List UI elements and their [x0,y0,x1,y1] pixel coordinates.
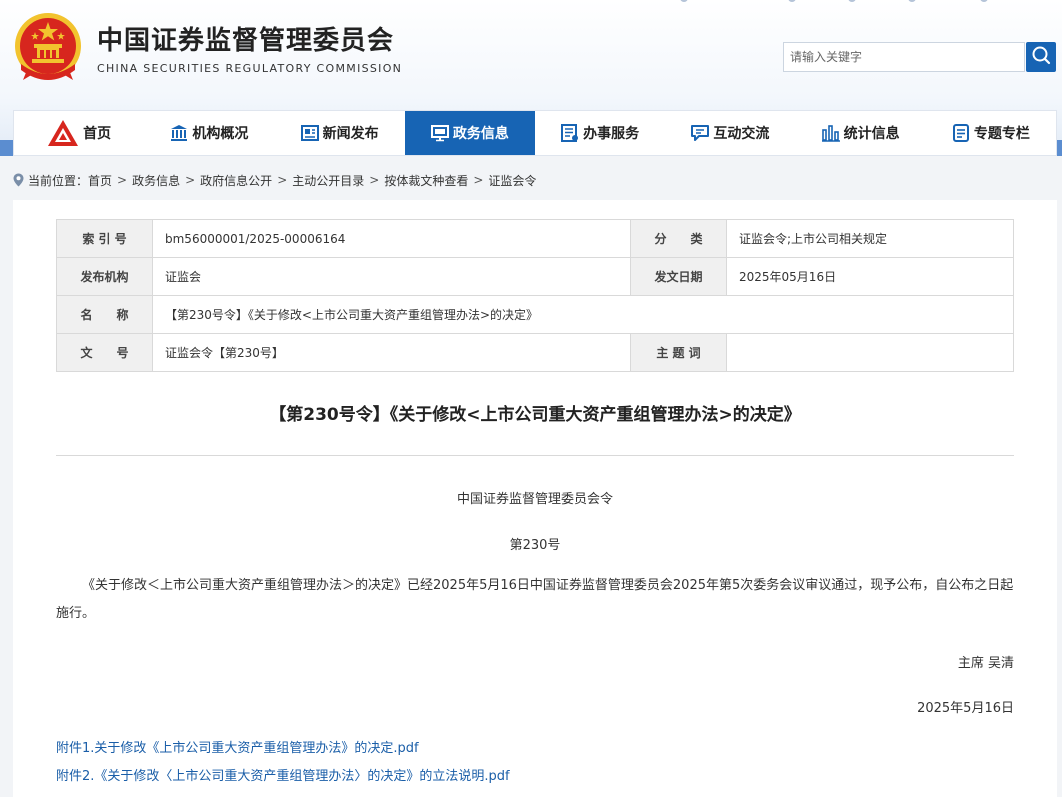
keywords-value [726,333,1014,372]
attachment-link-2[interactable]: 附件2.《关于修改〈上市公司重大资产重组管理办法〉的决定》的立法说明.pdf [56,765,510,784]
table-row: 文 号 证监会令【第230号】 主 题 词 [56,333,1014,372]
nav-item-interaction[interactable]: 互动交流 [665,111,795,155]
nav-item-home[interactable]: 首页 [14,111,144,155]
nav-item-label: 首页 [83,126,112,142]
nav-item-label: 统计信息 [843,126,900,142]
document-body: 《关于修改＜上市公司重大资产重组管理办法＞的决定》已经2025年5月16日中国证… [56,578,1014,621]
site-title-cn[interactable]: 中国证券监督管理委员会 [97,20,394,57]
top-utility-links[interactable] [680,0,1040,4]
monitor-icon [430,124,449,142]
document-date: 2025年5月16日 [917,701,1014,716]
document-title: 【第230号令】《关于修改<上市公司重大资产重组管理办法>的决定》 [269,405,801,425]
breadcrumb-separator: > [185,173,196,187]
breadcrumb: 当前位置： 首页 > 政务信息 > 政府信息公开 > 主动公开目录 > 按体裁文… [13,171,536,189]
nav-item-label: 专题专栏 [973,126,1030,142]
nav-item-services[interactable]: 办事服务 [535,111,665,155]
bar-chart-icon [821,124,840,142]
breadcrumb-separator: > [473,173,484,187]
title-divider [56,455,1014,456]
issue-date-label: 发文日期 [630,257,727,296]
table-row: 名 称 【第230号令】《关于修改<上市公司重大资产重组管理办法>的决定》 [56,295,1014,334]
category-label: 分 类 [630,219,727,258]
nav-item-label: 政务信息 [452,126,509,142]
nav-item-label: 办事服务 [583,126,640,142]
keywords-label: 主 题 词 [630,333,727,372]
news-icon [300,124,319,142]
breadcrumb-separator: > [117,173,128,187]
search-box[interactable] [783,42,1025,72]
doc-number-label: 文 号 [56,333,153,372]
nav-item-label: 互动交流 [713,126,770,142]
breadcrumb-disclosure[interactable]: 政府信息公开 [200,172,272,189]
nav-item-label: 机构概况 [192,126,249,142]
doc-number-value: 证监会令【第230号】 [152,333,631,372]
building-icon [170,124,188,142]
doc-name-value: 【第230号令】《关于修改<上市公司重大资产重组管理办法>的决定》 [152,295,1014,334]
publisher-label: 发布机构 [56,257,153,296]
search-button[interactable] [1026,42,1056,72]
category-value: 证监会令;上市公司相关规定 [726,219,1014,258]
content-panel: 索 引 号 bm56000001/2025-00006164 分 类 证监会令;… [13,200,1057,797]
issue-date-value: 2025年05月16日 [726,257,1014,296]
search-icon [1031,45,1051,69]
index-number-label: 索 引 号 [56,219,153,258]
nav-item-about[interactable]: 机构概况 [144,111,274,155]
site-title-en: CHINA SECURITIES REGULATORY COMMISSION [97,62,403,75]
service-icon [561,124,579,142]
document-signatory: 主席 吴清 [957,656,1014,671]
metadata-table: 索 引 号 bm56000001/2025-00006164 分 类 证监会令;… [56,219,1014,372]
document-issuer: 中国证券监督管理委员会令 [456,492,613,507]
breadcrumb-catalog[interactable]: 主动公开目录 [292,172,364,189]
breadcrumb-home[interactable]: 首页 [88,172,112,189]
index-number-value: bm56000001/2025-00006164 [152,219,631,258]
document-number: 第230号 [509,538,561,553]
nav-item-statistics[interactable]: 统计信息 [796,111,926,155]
doc-name-label: 名 称 [56,295,153,334]
table-row: 发布机构 证监会 发文日期 2025年05月16日 [56,257,1014,296]
breadcrumb-current[interactable]: 证监会令 [488,172,536,189]
search-input[interactable] [784,43,1024,71]
nav-item-label: 新闻发布 [322,126,379,142]
nav-item-topics[interactable]: 专题专栏 [926,111,1056,155]
breadcrumb-separator: > [369,173,380,187]
nav-item-news[interactable]: 新闻发布 [275,111,405,155]
breadcrumb-gov-info[interactable]: 政务信息 [132,172,180,189]
location-pin-icon [13,173,24,187]
document-icon [952,124,970,142]
breadcrumb-separator: > [277,173,288,187]
table-row: 索 引 号 bm56000001/2025-00006164 分 类 证监会令;… [56,219,1014,258]
attachment-link-1[interactable]: 附件1.关于修改《上市公司重大资产重组管理办法》的决定.pdf [56,737,419,756]
chat-icon [691,124,710,142]
nav-item-gov-info[interactable]: 政务信息 [404,111,535,155]
main-nav: 首页 机构概况 新闻发布 政务信息 办事服务 互动交流 统计信息 专题专栏 [13,110,1057,156]
csrc-logo-icon [47,119,79,147]
breadcrumb-by-type[interactable]: 按体裁文种查看 [384,172,468,189]
national-emblem-icon[interactable] [13,12,83,84]
publisher-value: 证监会 [152,257,631,296]
breadcrumb-prefix: 当前位置： [28,173,89,188]
